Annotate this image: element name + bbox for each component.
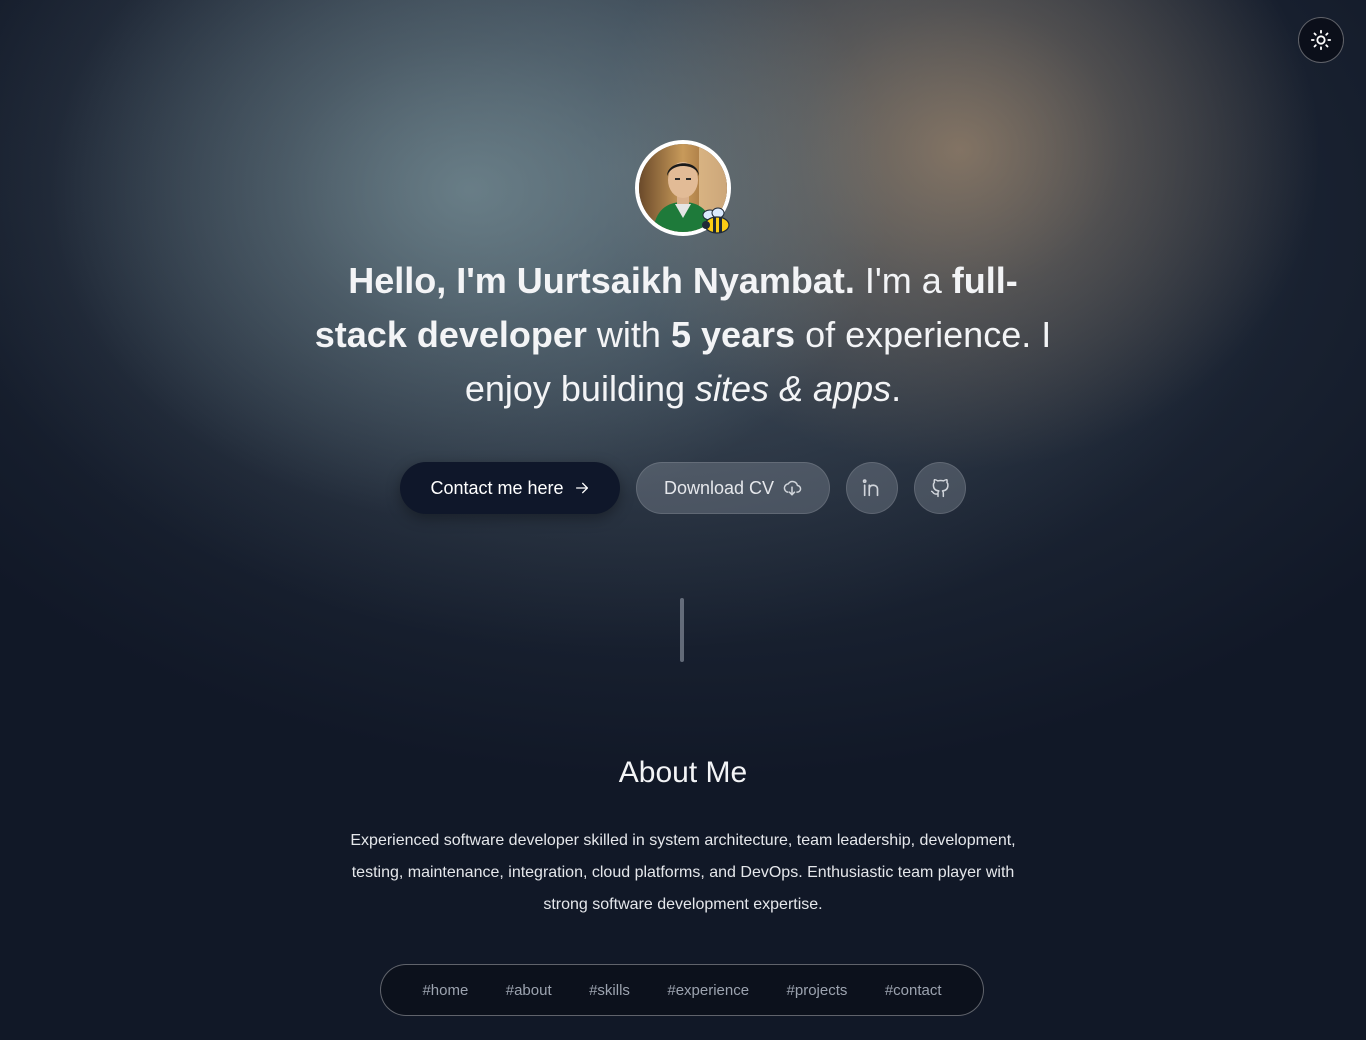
theme-toggle-button[interactable] (1298, 17, 1344, 63)
avatar (635, 140, 731, 236)
headline-focus: sites & apps (695, 368, 892, 409)
scroll-indicator (680, 598, 684, 662)
about-title: About Me (618, 756, 748, 789)
github-button[interactable] (914, 462, 966, 514)
page: Hello, I'm Uurtsaikh Nyambat. I'm a full… (0, 0, 1366, 1040)
nav-link-about[interactable]: #about (502, 976, 556, 1005)
nav-link-contact[interactable]: #contact (881, 976, 946, 1005)
headline-text: with (586, 314, 671, 355)
cta-row: Contact me here Download CV (400, 462, 966, 514)
headline-name: Hello, I'm Uurtsaikh Nyambat. (348, 260, 855, 301)
about-description: Experienced software developer skilled i… (350, 832, 1016, 913)
linkedin-icon (862, 479, 879, 497)
headline-text: I'm a (854, 260, 952, 301)
nav-link-experience[interactable]: #experience (663, 976, 753, 1005)
linkedin-button[interactable] (846, 462, 898, 514)
headline-years: 5 years (670, 314, 796, 355)
sun-icon (1310, 29, 1332, 51)
bee-icon (702, 207, 730, 234)
contact-button[interactable]: Contact me here (400, 462, 620, 514)
nav-link-skills[interactable]: #skills (585, 976, 634, 1005)
download-cv-button[interactable]: Download CV (636, 462, 830, 514)
headline-text: . (891, 368, 902, 409)
hero-section: Hello, I'm Uurtsaikh Nyambat. I'm a full… (0, 140, 1366, 514)
arrow-right-icon (575, 482, 588, 494)
github-icon (930, 478, 949, 498)
download-cv-label: Download CV (663, 477, 775, 498)
nav-link-home[interactable]: #home (418, 976, 472, 1005)
section-nav: #home #about #skills #experience #projec… (380, 964, 984, 1016)
contact-button-label: Contact me here (430, 477, 564, 498)
nav-link-projects[interactable]: #projects (783, 976, 852, 1005)
download-cloud-icon (783, 480, 802, 496)
hero-headline: Hello, I'm Uurtsaikh Nyambat. I'm a full… (303, 254, 1063, 416)
